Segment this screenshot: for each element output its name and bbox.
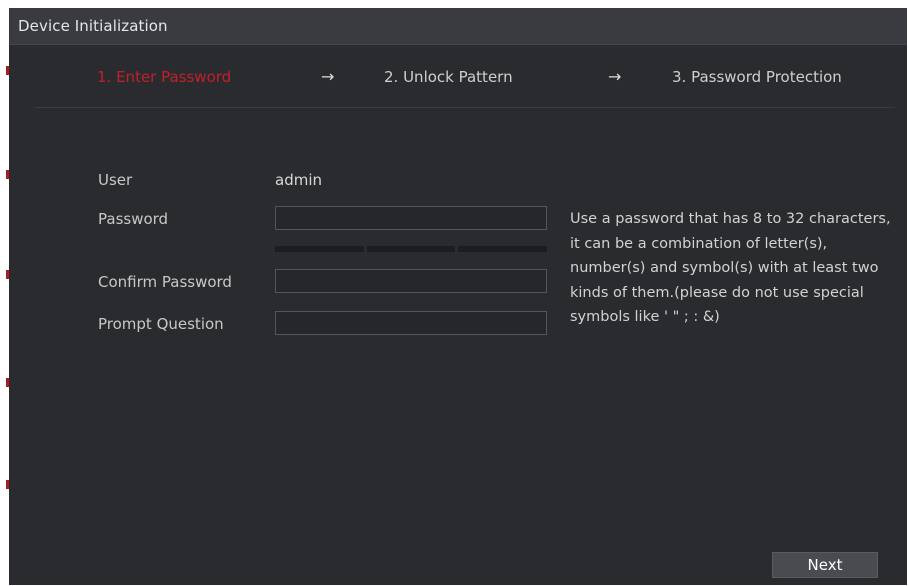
strength-segment bbox=[458, 246, 548, 252]
prompt-question-label: Prompt Question bbox=[98, 315, 224, 333]
user-label: User bbox=[98, 171, 133, 189]
password-strength-meter bbox=[275, 246, 548, 252]
step-enter-password: 1. Enter Password bbox=[97, 68, 232, 86]
step-arrow-icon: → bbox=[608, 67, 622, 86]
step-password-protection: 3. Password Protection bbox=[672, 68, 842, 86]
strength-segment bbox=[275, 246, 364, 252]
password-field[interactable] bbox=[275, 206, 547, 230]
steps-divider bbox=[35, 107, 895, 108]
strength-segment bbox=[366, 246, 456, 252]
user-value: admin bbox=[275, 171, 322, 189]
confirm-password-label: Confirm Password bbox=[98, 273, 232, 291]
password-rules-hint: Use a password that has 8 to 32 characte… bbox=[570, 211, 891, 325]
device-initialization-window: Device Initialization 1. Enter Password … bbox=[9, 8, 907, 585]
title-bar: Device Initialization bbox=[9, 8, 907, 45]
step-arrow-icon: → bbox=[321, 67, 335, 86]
step-unlock-pattern: 2. Unlock Pattern bbox=[384, 68, 513, 86]
prompt-question-field[interactable] bbox=[275, 311, 547, 335]
window-title: Device Initialization bbox=[18, 17, 168, 35]
confirm-password-field[interactable] bbox=[275, 269, 547, 293]
password-label: Password bbox=[98, 210, 169, 228]
next-button[interactable]: Next bbox=[772, 552, 878, 578]
